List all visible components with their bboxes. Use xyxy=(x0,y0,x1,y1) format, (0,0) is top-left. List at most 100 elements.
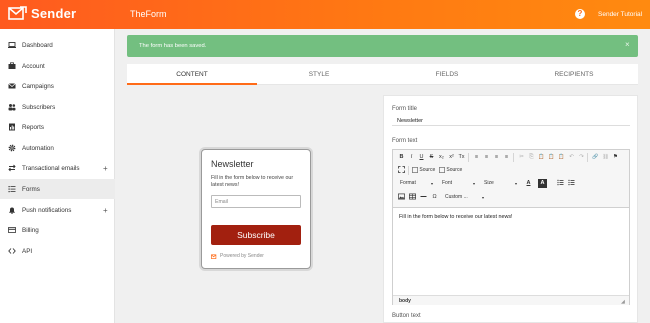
laptop-icon xyxy=(8,42,16,48)
sidebar-item-label: Transactional emails xyxy=(22,164,80,172)
users-icon xyxy=(8,104,16,111)
sidebar-item-label: Reports xyxy=(22,123,45,131)
sidebar-item-campaigns[interactable]: Campaigns xyxy=(0,76,115,96)
subscript-button[interactable]: x₂ xyxy=(437,153,446,162)
sidebar-item-label: Forms xyxy=(22,185,40,193)
maximize-icon[interactable] xyxy=(397,166,406,175)
sidebar-item-label: Subscribers xyxy=(22,103,56,111)
form-text-label: Form text xyxy=(392,138,418,144)
redo-icon[interactable]: ↷ xyxy=(577,153,586,162)
link-icon[interactable]: 🔗 xyxy=(591,153,600,162)
align-left-icon[interactable]: ≡ xyxy=(472,153,481,162)
sidebar-item-billing[interactable]: Billing xyxy=(0,220,115,240)
sidebar-item-forms[interactable]: Forms xyxy=(0,179,115,199)
code-icon xyxy=(8,248,16,254)
swap-icon xyxy=(8,164,16,172)
expand-plus-icon[interactable]: + xyxy=(103,164,108,173)
anchor-icon[interactable]: ⚑ xyxy=(611,153,620,162)
page-title: TheForm xyxy=(130,9,167,19)
unlink-icon[interactable]: ⛓ xyxy=(601,153,610,162)
background-color-button[interactable]: A xyxy=(538,179,547,188)
tab-fields[interactable]: FIELDS xyxy=(383,64,511,85)
account-menu[interactable]: Sender Tutorial xyxy=(598,11,642,18)
chevron-down-icon: ▾ xyxy=(514,181,517,186)
horizontal-rule-icon[interactable] xyxy=(419,193,428,202)
remove-format-button[interactable]: Tx xyxy=(457,153,466,162)
tab-style[interactable]: STYLE xyxy=(255,64,383,85)
briefcase-icon xyxy=(8,62,16,69)
tab-content[interactable]: CONTENT xyxy=(127,64,257,85)
expand-plus-icon[interactable]: + xyxy=(103,206,108,215)
superscript-button[interactable]: x² xyxy=(447,153,456,162)
sidebar-item-automation[interactable]: Automation xyxy=(0,138,115,158)
sidebar-item-transactional-emails[interactable]: Transactional emails + xyxy=(0,158,115,178)
resize-grip-icon[interactable]: ◢ xyxy=(621,299,625,305)
strike-button[interactable]: S xyxy=(427,153,436,162)
form-preview: Newsletter Fill in the form below to rec… xyxy=(201,149,311,269)
brand-name: Sender xyxy=(31,6,77,21)
sidebar-item-push-notifications[interactable]: Push notifications + xyxy=(0,200,115,220)
editor-toolbar: B I U S x₂ x² Tx ≡ ≡ ≡ ≡ ✂ ⎘ 📋 📋 📋 ↶ ↷ 🔗… xyxy=(393,150,629,208)
preview-email-field[interactable]: Email xyxy=(211,195,301,208)
card-icon xyxy=(8,227,16,233)
special-char-icon[interactable]: Ω xyxy=(430,193,439,202)
text-color-button[interactable]: A xyxy=(524,179,533,188)
source-button[interactable]: Source xyxy=(412,166,435,175)
numbered-list-icon[interactable] xyxy=(556,179,565,188)
tab-recipients[interactable]: RECIPIENTS xyxy=(510,64,638,85)
chevron-down-icon: ▾ xyxy=(430,181,433,186)
form-title-input[interactable]: Newsletter xyxy=(392,115,630,126)
sidebar-item-label: API xyxy=(22,247,33,255)
sidebar-item-api[interactable]: API xyxy=(0,241,115,261)
underline-button[interactable]: U xyxy=(417,153,426,162)
sidebar-item-reports[interactable]: Reports xyxy=(0,117,115,137)
toolbar-divider xyxy=(468,153,469,162)
sidebar-item-dashboard[interactable]: Dashboard xyxy=(0,35,115,55)
form-tabs: CONTENT STYLE FIELDS RECIPIENTS xyxy=(127,64,638,85)
sidebar-item-label: Dashboard xyxy=(22,41,53,49)
top-bar: Sender TheForm ? Sender Tutorial xyxy=(0,0,650,29)
source-icon xyxy=(412,166,418,173)
sidebar-item-label: Account xyxy=(22,62,45,70)
undo-icon[interactable]: ↶ xyxy=(567,153,576,162)
preview-title: Newsletter xyxy=(211,159,254,169)
image-icon[interactable] xyxy=(397,193,406,202)
styles-dropdown[interactable]: Custom ... ▾ xyxy=(442,193,486,202)
list-icon xyxy=(8,186,16,193)
bullet-list-icon[interactable] xyxy=(567,179,576,188)
preview-description: Fill in the form below to receive our la… xyxy=(211,175,294,188)
copy-icon[interactable]: ⎘ xyxy=(527,153,536,162)
size-dropdown[interactable]: Size ▾ xyxy=(481,179,519,188)
rich-text-editor: B I U S x₂ x² Tx ≡ ≡ ≡ ≡ ✂ ⎘ 📋 📋 📋 ↶ ↷ 🔗… xyxy=(392,149,630,305)
paste-word-icon[interactable]: 📋 xyxy=(557,153,566,162)
sidebar-item-subscribers[interactable]: Subscribers xyxy=(0,97,115,117)
editor-statusbar: body ◢ xyxy=(393,295,629,305)
sidebar-item-label: Campaigns xyxy=(22,82,54,90)
sidebar-item-label: Push notifications xyxy=(22,206,72,214)
table-icon[interactable] xyxy=(408,193,417,202)
format-dropdown[interactable]: Format ▾ xyxy=(397,179,435,188)
align-center-icon[interactable]: ≡ xyxy=(482,153,491,162)
close-icon[interactable]: × xyxy=(625,40,630,49)
bold-button[interactable]: B xyxy=(397,153,406,162)
align-justify-icon[interactable]: ≡ xyxy=(502,153,511,162)
italic-button[interactable]: I xyxy=(407,153,416,162)
success-alert: The form has been saved. × xyxy=(127,35,638,57)
brand-logo[interactable]: Sender xyxy=(8,6,76,21)
cut-icon[interactable]: ✂ xyxy=(517,153,526,162)
powered-by-text: Powered by Sender xyxy=(220,253,264,259)
envelope-icon xyxy=(8,83,16,89)
element-path[interactable]: body xyxy=(399,298,411,304)
form-title-label: Form title xyxy=(392,106,418,112)
help-icon[interactable]: ? xyxy=(575,9,585,19)
sidebar-item-account[interactable]: Account xyxy=(0,56,115,76)
paste-icon[interactable]: 📋 xyxy=(537,153,546,162)
sidebar-item-label: Automation xyxy=(22,144,54,152)
font-dropdown[interactable]: Font ▾ xyxy=(439,179,477,188)
subscribe-button[interactable]: Subscribe xyxy=(211,225,301,245)
paste-text-icon[interactable]: 📋 xyxy=(547,153,556,162)
editor-content[interactable]: Fill in the form below to receive our la… xyxy=(399,214,513,220)
align-right-icon[interactable]: ≡ xyxy=(492,153,501,162)
gear-icon xyxy=(8,144,16,152)
source-button-secondary[interactable]: Source xyxy=(439,166,462,175)
